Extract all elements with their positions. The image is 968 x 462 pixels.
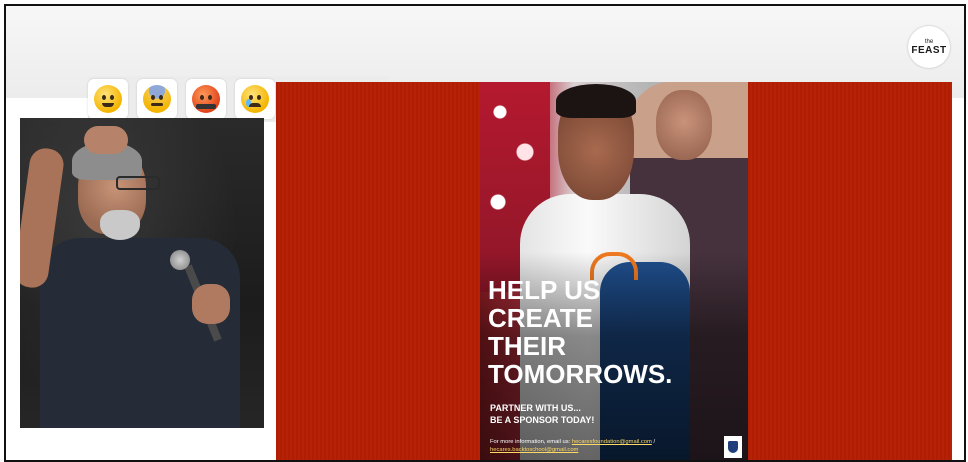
sponsor-poster: HELP US CREATE THEIR TOMORROWS. PARTNER … (480, 82, 748, 460)
face-with-tongue-icon (94, 85, 122, 113)
headline-line: TOMORROWS. (488, 359, 673, 389)
headline-line: THEIR (488, 331, 566, 361)
email-link-2[interactable]: hecares.backtoschool@gmail.com (490, 447, 578, 453)
crying-face-icon (241, 85, 269, 113)
subline-line: BE A SPONSOR TODAY! (490, 415, 595, 425)
foundation-crest-icon (724, 436, 742, 458)
speaker-mic-hand (192, 284, 230, 324)
angry-face-icon (192, 85, 220, 113)
reaction-fearful-button[interactable] (137, 79, 177, 119)
woman-face (656, 90, 712, 160)
email-link-1[interactable]: hecaresfoundation@gmail.com (572, 439, 652, 445)
speaker-hand (84, 126, 128, 154)
microphone-icon (170, 250, 190, 270)
headline-line: HELP US (488, 275, 601, 305)
email-separator: / (651, 439, 656, 445)
reaction-crying-button[interactable] (235, 79, 275, 119)
subline-line: PARTNER WITH US... (490, 403, 581, 413)
reaction-angry-button[interactable] (186, 79, 226, 119)
feast-logo[interactable]: the FEAST (908, 26, 950, 68)
headline-line: CREATE (488, 303, 593, 333)
info-label: For more information, email us: (490, 439, 571, 445)
speaker-beard (100, 210, 140, 240)
reaction-tongue-button[interactable] (88, 79, 128, 119)
poster-contact-info: For more information, email us: hecaresf… (490, 438, 710, 454)
app-frame: the FEAST HELP US CREATE THEIR TOMORROWS… (4, 4, 966, 462)
speaker-glasses (116, 176, 160, 190)
boy-hair (556, 84, 636, 118)
speaker-video (20, 118, 264, 428)
fearful-face-icon (143, 85, 171, 113)
logo-big-text: FEAST (911, 44, 947, 56)
poster-headline: HELP US CREATE THEIR TOMORROWS. (488, 276, 728, 388)
poster-subline: PARTNER WITH US... BE A SPONSOR TODAY! (490, 402, 594, 426)
